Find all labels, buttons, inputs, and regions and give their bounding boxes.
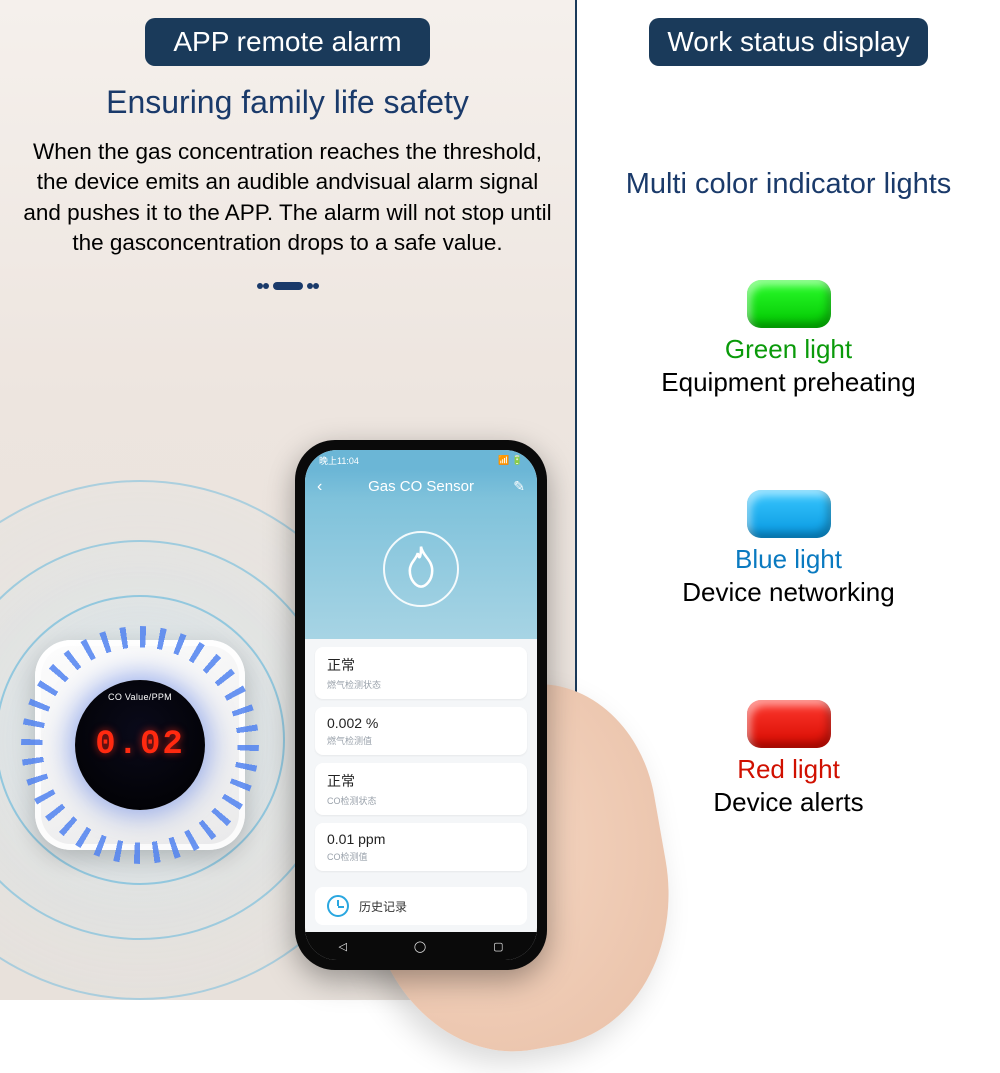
back-icon[interactable]: ‹ [317,478,322,496]
app-hero [305,499,537,639]
illustration-scene: CO Value/PPM 0.02 晚上11:04 📶 🔋 ‹ Gas CO S… [0,340,575,1000]
card-gas-value[interactable]: 0.002 % 燃气检测值 [315,707,527,755]
led-blue-icon [747,490,831,538]
card-sub: CO检测值 [327,850,515,863]
flame-icon [383,531,459,607]
right-badge: Work status display [649,18,927,66]
card-value: 0.002 % [327,715,515,731]
history-row[interactable]: 历史记录 [315,887,527,925]
led-green-icon [747,280,831,328]
led-desc: Device networking [597,577,980,608]
history-label: 历史记录 [359,898,407,915]
card-value: 正常 [327,655,515,675]
status-blue: Blue light Device networking [597,490,980,608]
app-title: Gas CO Sensor [368,478,474,495]
led-name: Red light [597,754,980,785]
nav-home-icon[interactable]: ◯ [414,940,426,953]
card-value: 0.01 ppm [327,831,515,847]
sensor-readout: 0.02 [95,726,185,764]
card-co-value[interactable]: 0.01 ppm CO检测值 [315,823,527,871]
phone-statusbar: 晚上11:04 📶 🔋 [305,450,537,470]
left-description: When the gas concentration reaches the t… [15,137,560,259]
phone-screen: 晚上11:04 📶 🔋 ‹ Gas CO Sensor ✎ [305,450,537,960]
card-co-state[interactable]: 正常 CO检测状态 [315,763,527,815]
left-badge: APP remote alarm [145,18,429,66]
status-cards: 正常 燃气检测状态 0.002 % 燃气检测值 正常 CO检测状态 0.01 [305,639,537,887]
card-sub: 燃气检测值 [327,734,515,747]
left-panel: APP remote alarm Ensuring family life sa… [0,0,575,1000]
right-subtitle: Multi color indicator lights [597,166,980,202]
led-name: Green light [597,334,980,365]
phone-navbar: ◁ ◯ ▢ [305,932,537,960]
hand-holding-phone: 晚上11:04 📶 🔋 ‹ Gas CO Sensor ✎ [245,410,625,1010]
status-time: 晚上11:04 [319,454,359,467]
card-sub: 燃气检测状态 [327,678,515,691]
card-sub: CO检测状态 [327,794,515,807]
nav-recent-icon[interactable]: ▢ [493,940,503,953]
app-header: ‹ Gas CO Sensor ✎ [305,470,537,499]
smartphone-mock: 晚上11:04 📶 🔋 ‹ Gas CO Sensor ✎ [295,440,547,970]
led-name: Blue light [597,544,980,575]
status-icons: 📶 🔋 [498,455,523,466]
nav-back-icon[interactable]: ◁ [338,940,346,953]
led-desc: Equipment preheating [597,367,980,398]
left-subtitle: Ensuring family life safety [15,84,560,121]
edit-icon[interactable]: ✎ [513,478,525,495]
card-gas-state[interactable]: 正常 燃气检测状态 [315,647,527,699]
status-green: Green light Equipment preheating [597,280,980,398]
divider-icon [15,277,560,293]
sensor-unit-label: CO Value/PPM [108,692,172,702]
clock-icon [327,895,349,917]
card-value: 正常 [327,771,515,791]
led-red-icon [747,700,831,748]
gas-sensor-device: CO Value/PPM 0.02 [35,640,245,850]
